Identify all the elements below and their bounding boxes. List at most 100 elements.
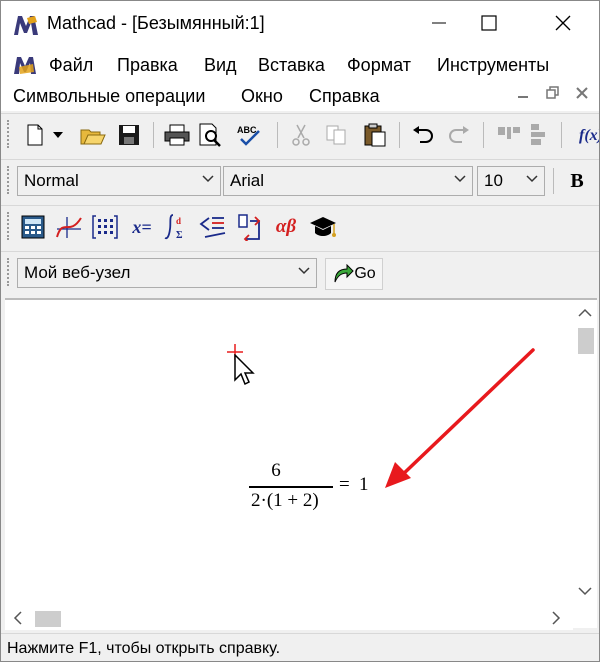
horizontal-scroll-thumb[interactable] [35, 611, 61, 627]
spell-check-button[interactable]: ABC [235, 121, 263, 149]
title-bar: Mathcad - [Безымянный:1] [1, 1, 599, 49]
open-button[interactable] [79, 121, 107, 149]
vertical-scroll-thumb[interactable] [578, 328, 594, 354]
mouse-pointer-icon [234, 354, 255, 386]
go-button[interactable]: Go [325, 258, 383, 290]
fraction-numerator: 6 [271, 460, 281, 481]
horizontal-scrollbar[interactable] [5, 606, 573, 630]
graph-button[interactable] [55, 213, 83, 241]
undo-button[interactable] [409, 121, 437, 149]
doc-restore-button[interactable] [541, 81, 565, 105]
new-button[interactable] [21, 121, 49, 149]
chevron-left-icon[interactable] [13, 611, 23, 625]
programming-button[interactable] [235, 213, 263, 241]
fraction-bar [249, 486, 333, 488]
redo-button[interactable] [445, 121, 473, 149]
toolbar-separator [483, 122, 484, 148]
toolbar-grip[interactable] [7, 120, 10, 148]
calculus-button[interactable]: dΣ [163, 213, 191, 241]
font-size-value: 10 [484, 171, 503, 190]
menu-window[interactable]: Окно [241, 86, 283, 107]
toolbar-separator [399, 122, 400, 148]
save-button[interactable] [115, 121, 143, 149]
menu-help[interactable]: Справка [309, 86, 380, 107]
standard-toolbar: ABC f(x) [1, 113, 599, 157]
close-icon [555, 15, 571, 31]
print-icon [164, 124, 190, 146]
redo-icon [449, 126, 469, 143]
toolbar-separator [553, 168, 554, 194]
close-icon [576, 87, 588, 99]
svg-text:d: d [176, 216, 181, 226]
go-label: Go [354, 265, 376, 282]
status-bar: Нажмите F1, чтобы открыть справку. [1, 633, 599, 661]
close-button[interactable] [540, 1, 586, 45]
font-select[interactable]: Arial [223, 166, 473, 196]
mathcad-logo-icon [14, 16, 38, 35]
vertical-scrollbar[interactable] [573, 300, 597, 606]
chevron-down-icon [202, 175, 214, 183]
new-dropdown-button[interactable] [49, 121, 67, 149]
style-select[interactable]: Normal [17, 166, 221, 196]
menu-file[interactable]: Файл [49, 55, 93, 76]
toolbar-grip[interactable] [7, 166, 10, 194]
menu-view[interactable]: Вид [204, 55, 237, 76]
evaluation-result: 1 [359, 474, 369, 495]
math-region[interactable]: 6 2·(1 + 2) = 1 [249, 460, 379, 520]
menu-insert[interactable]: Вставка [258, 55, 325, 76]
document-logo-icon[interactable] [13, 55, 37, 75]
calculator-button[interactable] [19, 213, 47, 241]
copy-icon [326, 125, 346, 145]
math-toolbar: x= dΣ αβ [1, 205, 599, 249]
align-down-button[interactable] [525, 121, 553, 149]
symbolic-button[interactable] [309, 213, 337, 241]
doc-minimize-button[interactable] [511, 81, 535, 105]
open-folder-icon [80, 129, 106, 145]
worksheet[interactable]: 6 2·(1 + 2) = 1 [5, 298, 597, 630]
formatting-toolbar: Normal Arial 10 B [1, 159, 599, 203]
maximize-button[interactable] [466, 1, 512, 45]
svg-text:f(x): f(x) [579, 127, 599, 144]
font-size-select[interactable]: 10 [477, 166, 545, 196]
align-down-icon [531, 124, 545, 145]
menu-tools[interactable]: Инструменты [437, 55, 549, 76]
web-address-select[interactable]: Мой веб-узел [17, 258, 317, 288]
menu-symbolics[interactable]: Символьные операции [13, 86, 205, 107]
boolean-button[interactable] [199, 213, 227, 241]
doc-close-button[interactable] [570, 81, 594, 105]
restore-icon [546, 86, 559, 99]
chevron-down-icon [526, 175, 538, 183]
paste-button[interactable] [361, 121, 389, 149]
programming-icon [238, 214, 261, 241]
chevron-up-icon[interactable] [578, 308, 592, 318]
graph-icon [56, 217, 82, 238]
chevron-right-icon[interactable] [551, 611, 561, 625]
menu-format[interactable]: Формат [347, 55, 411, 76]
menu-bar: Файл Правка Вид Вставка Формат Инструмен… [1, 49, 599, 111]
equals-sign: = [339, 474, 350, 495]
bold-button[interactable]: B [563, 167, 591, 195]
go-arrow-icon [334, 264, 355, 283]
menu-edit[interactable]: Правка [117, 55, 178, 76]
print-preview-button[interactable] [197, 121, 225, 149]
matrix-icon [92, 215, 118, 239]
spell-check-icon: ABC [237, 125, 260, 146]
copy-button[interactable] [323, 121, 351, 149]
matrix-button[interactable] [91, 213, 119, 241]
toolbar-grip[interactable] [7, 212, 10, 240]
fraction-denominator: 2·(1 + 2) [251, 490, 319, 511]
cut-button[interactable] [287, 121, 315, 149]
boolean-icon [199, 217, 226, 238]
insert-function-button[interactable]: f(x) [573, 121, 599, 149]
print-button[interactable] [163, 121, 191, 149]
status-text: Нажмите F1, чтобы открыть справку. [7, 640, 281, 657]
cut-icon [292, 124, 310, 146]
chevron-down-icon [454, 175, 466, 183]
evaluation-button[interactable]: x= [127, 213, 157, 241]
greek-button[interactable]: αβ [271, 213, 301, 241]
undo-icon [413, 126, 433, 143]
minimize-button[interactable] [416, 1, 462, 45]
chevron-down-icon[interactable] [578, 586, 592, 596]
align-top-button[interactable] [495, 121, 523, 149]
toolbar-grip[interactable] [7, 258, 10, 286]
